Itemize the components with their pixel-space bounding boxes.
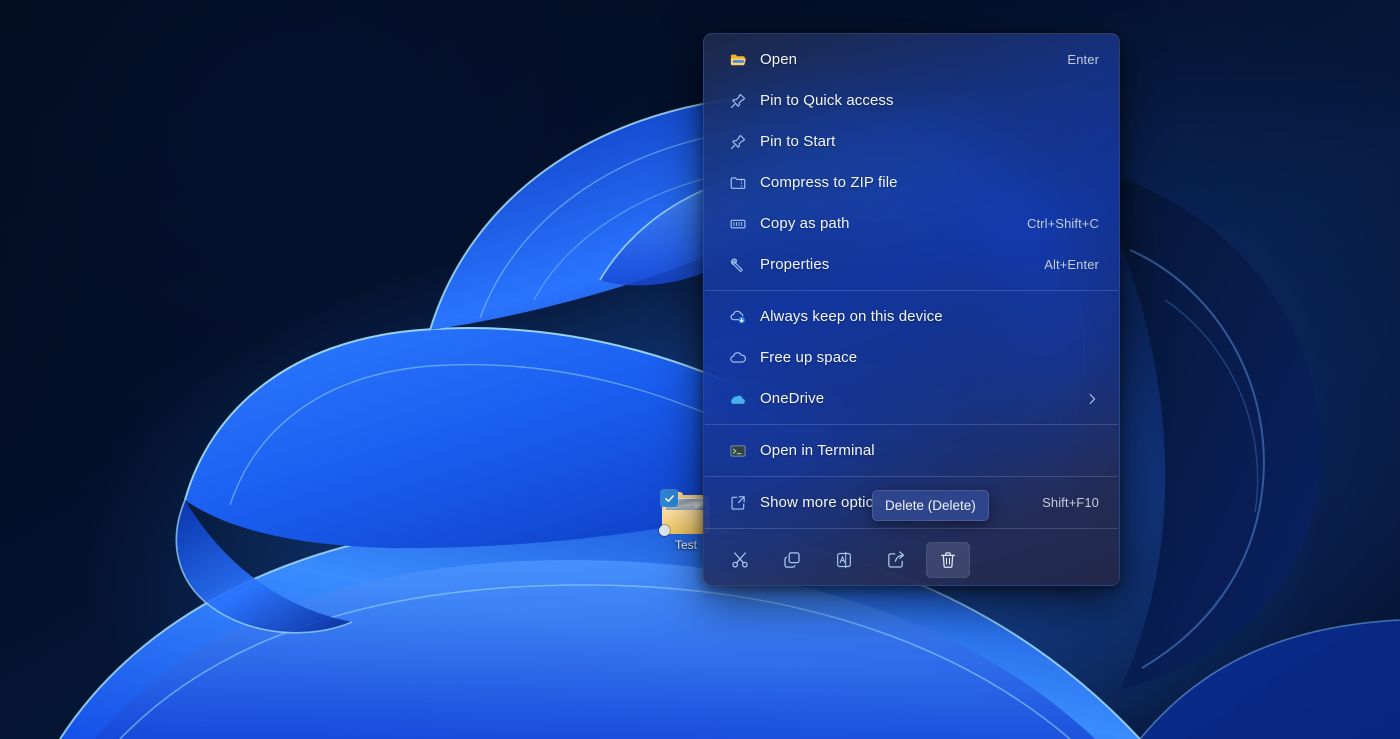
chevron-right-icon (1085, 392, 1099, 406)
menu-item-label: Copy as path (760, 215, 1013, 232)
menu-item-label: Open (760, 51, 1053, 68)
menu-separator (705, 290, 1118, 291)
menu-separator (705, 528, 1118, 529)
menu-separator (705, 476, 1118, 477)
menu-item-copy-as-path[interactable]: Copy as path Ctrl+Shift+C (708, 203, 1115, 244)
menu-item-label: Properties (760, 256, 1030, 273)
menu-item-open-in-terminal[interactable]: Open in Terminal (708, 430, 1115, 471)
cut-button[interactable] (718, 542, 762, 578)
menu-item-open[interactable]: Open Enter (708, 39, 1115, 80)
menu-item-label: Always keep on this device (760, 308, 1085, 325)
menu-item-shortcut: Shift+F10 (1042, 495, 1099, 510)
onedrive-available-check-icon (661, 490, 678, 507)
menu-item-label: Open in Terminal (760, 442, 1085, 459)
menu-item-label: Pin to Start (760, 133, 1085, 150)
menu-item-label: Pin to Quick access (760, 92, 1085, 109)
menu-item-pin-to-quick-access[interactable]: Pin to Quick access (708, 80, 1115, 121)
open-folder-icon (728, 50, 748, 70)
menu-item-shortcut: Alt+Enter (1044, 257, 1099, 272)
menu-item-onedrive[interactable]: OneDrive (708, 378, 1115, 419)
menu-item-always-keep-on-this-device[interactable]: Always keep on this device (708, 296, 1115, 337)
desktop-background[interactable]: Test Open Enter Pin to Quick ac (0, 0, 1400, 739)
terminal-icon (728, 441, 748, 461)
delete-button[interactable] (926, 542, 970, 578)
menu-item-properties[interactable]: Properties Alt+Enter (708, 244, 1115, 285)
menu-item-pin-to-start[interactable]: Pin to Start (708, 121, 1115, 162)
cloud-download-icon (728, 307, 748, 327)
share-button[interactable] (874, 542, 918, 578)
menu-item-label: OneDrive (760, 390, 1075, 407)
pin-icon (728, 132, 748, 152)
pin-icon (728, 91, 748, 111)
copy-button[interactable] (770, 542, 814, 578)
menu-item-shortcut: Ctrl+Shift+C (1027, 216, 1099, 231)
offline-dot-icon (659, 525, 670, 536)
copy-as-path-icon (728, 214, 748, 234)
wrench-icon (728, 255, 748, 275)
zip-folder-icon (728, 173, 748, 193)
menu-item-label: Compress to ZIP file (760, 174, 1085, 191)
onedrive-cloud-icon (728, 389, 748, 409)
cloud-outline-icon (728, 348, 748, 368)
show-more-options-icon (728, 493, 748, 513)
delete-tooltip: Delete (Delete) (872, 490, 989, 521)
menu-item-compress-to-zip[interactable]: Compress to ZIP file (708, 162, 1115, 203)
menu-item-label: Free up space (760, 349, 1085, 366)
menu-item-shortcut: Enter (1067, 52, 1099, 67)
menu-item-free-up-space[interactable]: Free up space (708, 337, 1115, 378)
wallpaper-bloom-graphic (0, 0, 1400, 739)
rename-button[interactable] (822, 542, 866, 578)
tooltip-text: Delete (Delete) (885, 498, 976, 513)
menu-separator (705, 424, 1118, 425)
context-menu-command-bar[interactable] (704, 534, 1119, 586)
